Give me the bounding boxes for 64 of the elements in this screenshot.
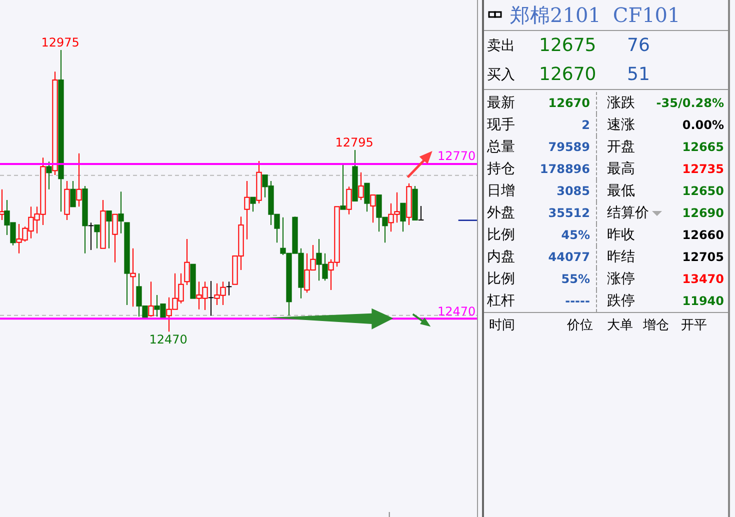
column-header: 时间 xyxy=(489,317,516,334)
order-price: 12675 xyxy=(539,35,598,56)
stat-label: 昨收 xyxy=(607,226,635,244)
stat-value: 13470 xyxy=(682,272,724,286)
arrow-icon xyxy=(412,313,431,327)
stat-value: 55% xyxy=(561,272,590,286)
stat-value: 79589 xyxy=(548,140,590,154)
stat-label: 涨跌 xyxy=(607,94,635,112)
stat-value: 11940 xyxy=(682,294,724,308)
stat-label: 杠杆 xyxy=(487,292,515,310)
stat-value: 12665 xyxy=(682,140,724,154)
order-volume: 76 xyxy=(627,35,650,56)
stat-label: 总量 xyxy=(487,138,515,156)
stat-value: 3085 xyxy=(556,184,590,198)
stat-label: 最低 xyxy=(607,182,635,200)
order-volume: 51 xyxy=(627,64,650,85)
stat-value: 12690 xyxy=(682,206,724,220)
stat-value: 35512 xyxy=(548,206,590,220)
stat-label: 比例 xyxy=(487,226,515,244)
stat-value: 12735 xyxy=(682,162,724,176)
column-header: 开平 xyxy=(681,317,707,334)
stat-label: 跌停 xyxy=(607,292,635,310)
price-label: 12795 xyxy=(335,136,374,150)
price-label: 12975 xyxy=(41,36,80,50)
price-label: 12470 xyxy=(149,332,188,346)
instrument-name: 郑棉2101 xyxy=(510,2,601,28)
stat-label: 开盘 xyxy=(607,138,635,156)
stat-label: 外盘 xyxy=(487,204,515,222)
order-label: 买入 xyxy=(486,66,516,84)
stat-label: 速涨 xyxy=(607,116,635,134)
stat-value: 12660 xyxy=(682,228,724,242)
arrow-icon xyxy=(266,308,394,330)
link-icon[interactable] xyxy=(488,11,502,19)
stat-value: 12650 xyxy=(682,184,724,198)
stat-label: 比例 xyxy=(487,270,515,288)
stat-label: 昨结 xyxy=(607,248,635,266)
price-marker xyxy=(458,220,477,221)
stat-value: 45% xyxy=(561,228,590,242)
order-label: 卖出 xyxy=(486,36,516,54)
stat-value: 12670 xyxy=(548,96,590,110)
stat-value: ----- xyxy=(565,294,590,308)
price-label: 12470 xyxy=(437,304,476,318)
tick-mark xyxy=(388,512,390,517)
stat-label: 涨停 xyxy=(607,270,635,288)
stat-value: 12705 xyxy=(682,250,724,264)
stat-label: 最高 xyxy=(607,160,635,178)
stat-value: 178896 xyxy=(540,162,590,176)
column-header: 大单 xyxy=(607,317,634,334)
arrow-icon xyxy=(406,151,432,178)
stat-value: 2 xyxy=(582,118,590,132)
price-label: 12770 xyxy=(437,149,476,163)
stat-label: 结算价 xyxy=(607,204,649,222)
stat-label: 内盘 xyxy=(487,248,515,266)
column-header: 增仓 xyxy=(643,317,670,334)
stat-label: 日增 xyxy=(487,182,515,200)
stat-label: 最新 xyxy=(487,94,515,112)
stat-value: -35/0.28% xyxy=(656,96,724,110)
order-price: 12670 xyxy=(539,64,598,85)
stat-value: 44077 xyxy=(548,250,590,264)
stat-value: 0.00% xyxy=(682,118,724,132)
stat-label: 持仓 xyxy=(487,160,515,178)
stat-label: 现手 xyxy=(487,116,515,134)
instrument-code: CF101 xyxy=(612,3,680,27)
column-header: 价位 xyxy=(567,317,594,334)
